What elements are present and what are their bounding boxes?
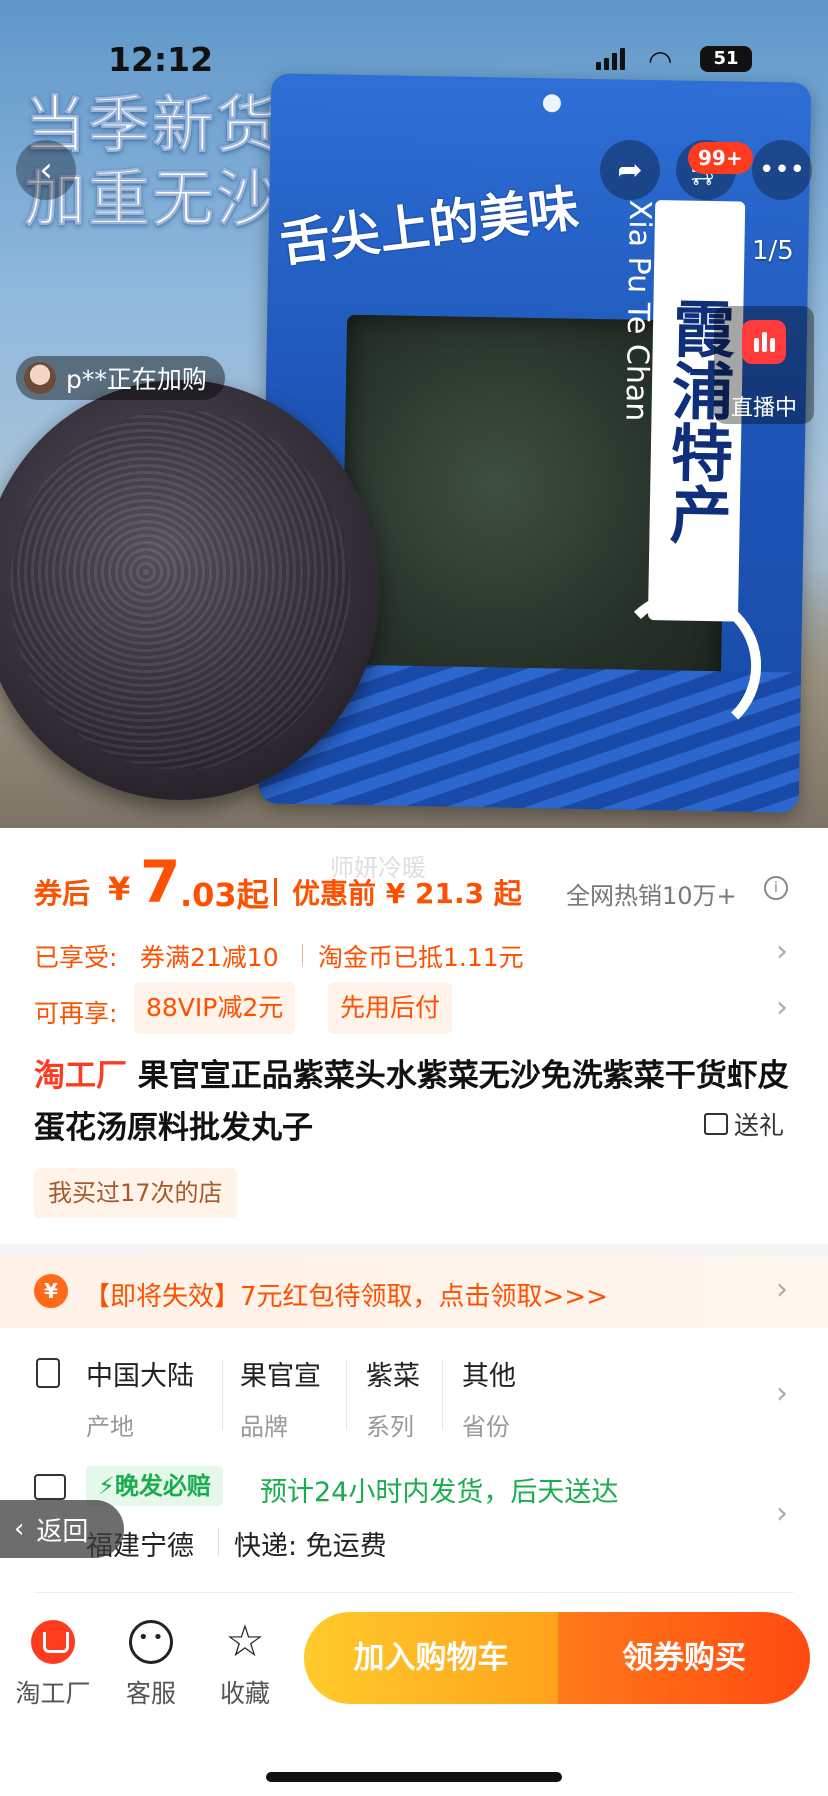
product-image-gallery[interactable]: 当季新货 加重无沙 舌尖上的美味 Xia Pu Te Chan 霞浦特产 12:… xyxy=(0,0,828,828)
status-bar: 12:12 ◠ 51 xyxy=(0,40,828,79)
image-counter: 1/5 xyxy=(752,236,794,266)
tab-customer-service[interactable]: 客服 xyxy=(106,1620,196,1710)
attribute-brand: 果官宣 品牌 xyxy=(240,1354,321,1442)
shipping-eta: 预计24小时内发货，后天送达 xyxy=(260,1477,619,1508)
attribute-key: 产地 xyxy=(86,1413,134,1441)
chevron-right-icon: › xyxy=(776,934,788,969)
bag-brand-text: 舌尖上的美味 xyxy=(276,178,582,274)
share-icon: ➦ xyxy=(617,152,643,188)
shipping-row[interactable]: ⚡晚发必赔 预计24小时内发货，后天送达 福建宁德 快递: 免运费 › xyxy=(0,1466,828,1574)
attribute-key: 品牌 xyxy=(240,1413,288,1441)
cart-count-badge: 99+ xyxy=(688,142,753,174)
price-row: 券后 ¥ 7 .03起 优惠前 ¥ 21.3 起 全网热销10万+ i xyxy=(0,848,828,922)
avatar xyxy=(24,362,56,394)
attribute-value: 中国大陆 xyxy=(86,1361,194,1392)
red-packet-text: 【即将失效】7元红包待领取，点击领取>>> xyxy=(84,1282,608,1312)
attribute-value: 紫菜 xyxy=(366,1361,420,1392)
signal-icon xyxy=(596,48,626,70)
info-icon[interactable]: i xyxy=(764,876,788,900)
attribute-value: 其他 xyxy=(462,1361,516,1392)
divider xyxy=(34,1592,794,1593)
chevron-right-icon: › xyxy=(776,1376,788,1411)
divider xyxy=(346,1360,347,1430)
more-discounts-label: 可再享: xyxy=(34,999,118,1028)
gift-label: 送礼 xyxy=(734,1111,785,1140)
tab-factory[interactable]: 淘工厂 xyxy=(8,1620,98,1710)
status-time: 12:12 xyxy=(108,40,214,79)
home-indicator xyxy=(266,1772,562,1782)
chevron-left-icon: ‹ xyxy=(14,1514,25,1544)
back-label: 返回 xyxy=(36,1516,89,1547)
product-title-text: 果官宣正品紫菜头水紫菜无沙免洗紫菜干货虾皮蛋花汤原料批发丸子 xyxy=(34,1058,789,1146)
live-stream-button[interactable]: 直播中 xyxy=(714,306,814,424)
star-icon: ☆ xyxy=(225,1616,265,1667)
original-price: 优惠前 ¥ 21.3 起 xyxy=(292,877,522,910)
attribute-key: 省份 xyxy=(462,1413,510,1441)
divider xyxy=(442,1360,443,1430)
attribute-origin: 中国大陆 产地 xyxy=(86,1354,194,1442)
coupon-discount: 券满21减10 xyxy=(140,943,279,972)
vip-discount-tag[interactable]: 88VIP减2元 xyxy=(134,982,296,1034)
tab-favorite[interactable]: ☆ 收藏 xyxy=(200,1620,290,1710)
tab-label: 淘工厂 xyxy=(15,1679,91,1708)
buy-with-coupon-button[interactable]: 领券购买 xyxy=(558,1612,810,1704)
buyer-notice-text: p**正在加购 xyxy=(66,365,207,394)
tab-label: 客服 xyxy=(125,1679,176,1708)
wifi-icon: ◠ xyxy=(648,44,673,77)
share-button[interactable]: ➦ xyxy=(600,140,660,200)
back-button[interactable]: ‹ xyxy=(16,140,76,200)
truck-icon xyxy=(34,1474,66,1500)
attribute-province: 其他 省份 xyxy=(462,1354,516,1442)
divider xyxy=(302,944,303,966)
chevron-right-icon: › xyxy=(776,990,788,1025)
bought-before-row: 我买过17次的店 xyxy=(0,1168,828,1218)
gift-button[interactable]: 送礼 xyxy=(704,1106,784,1142)
enjoyed-discounts-row[interactable]: 已享受: 券满21减10 淘金币已抵1.11元 › xyxy=(0,930,828,980)
red-packet-banner[interactable]: ¥ 【即将失效】7元红包待领取，点击领取>>> › xyxy=(0,1256,828,1328)
more-button[interactable]: ••• xyxy=(752,140,812,200)
hot-sales-count: 全网热销10万+ xyxy=(566,882,737,910)
divider xyxy=(218,1528,219,1556)
more-discounts-row[interactable]: 可再享: 88VIP减2元 先用后付 › xyxy=(0,980,828,1040)
bag-hang-hole xyxy=(542,94,562,113)
factory-icon xyxy=(31,1620,75,1664)
section-gap xyxy=(0,1244,828,1256)
add-to-cart-button[interactable]: 加入购物车 xyxy=(304,1612,558,1704)
bought-before-badge: 我买过17次的店 xyxy=(34,1168,237,1218)
customer-service-icon xyxy=(129,1620,173,1664)
product-title-block: 淘工厂 果官宣正品紫菜头水紫菜无沙免洗紫菜干货虾皮蛋花汤原料批发丸子 送礼 xyxy=(0,1050,828,1160)
live-label: 直播中 xyxy=(730,396,797,421)
coins-discount: 淘金币已抵1.11元 xyxy=(318,943,524,972)
floating-back-button[interactable]: ‹ 返回 xyxy=(0,1500,124,1558)
document-icon xyxy=(36,1358,60,1388)
currency-symbol: ¥ xyxy=(108,870,131,908)
battery-icon: 51 xyxy=(700,46,752,72)
factory-tag: 淘工厂 xyxy=(34,1058,127,1094)
pay-later-tag[interactable]: 先用后付 xyxy=(328,982,453,1034)
coin-icon: ¥ xyxy=(34,1274,68,1308)
chevron-right-icon: › xyxy=(776,1496,788,1531)
chevron-right-icon: › xyxy=(776,1272,788,1307)
price-separator xyxy=(274,878,277,906)
price-decimal: .03起 xyxy=(180,876,269,914)
gift-icon xyxy=(704,1113,728,1135)
attribute-value: 果官宣 xyxy=(240,1361,321,1392)
after-coupon-label: 券后 xyxy=(34,877,91,910)
attribute-key: 系列 xyxy=(366,1413,414,1441)
late-ship-guarantee-badge: ⚡晚发必赔 xyxy=(86,1466,223,1506)
product-attributes-row[interactable]: 中国大陆 产地 果官宣 品牌 紫菜 系列 其他 省份 › xyxy=(0,1346,828,1446)
product-title[interactable]: 淘工厂 果官宣正品紫菜头水紫菜无沙免洗紫菜干货虾皮蛋花汤原料批发丸子 xyxy=(34,1050,794,1154)
attribute-series: 紫菜 系列 xyxy=(366,1354,420,1442)
express-fee: 快递: 免运费 xyxy=(234,1531,387,1562)
live-bars-icon xyxy=(742,320,786,364)
price-integer: 7 xyxy=(140,848,181,916)
enjoyed-label: 已享受: xyxy=(34,943,118,972)
buyer-activity-notice: p**正在加购 xyxy=(16,356,225,400)
badge-text: 晚发必赔 xyxy=(114,1472,211,1500)
tab-label: 收藏 xyxy=(219,1679,270,1708)
more-dots-icon: ••• xyxy=(758,155,805,185)
bottom-action-bar: 淘工厂 客服 ☆ 收藏 加入购物车 领券购买 xyxy=(0,1600,828,1796)
divider xyxy=(222,1360,223,1430)
chevron-left-icon: ‹ xyxy=(39,150,53,190)
